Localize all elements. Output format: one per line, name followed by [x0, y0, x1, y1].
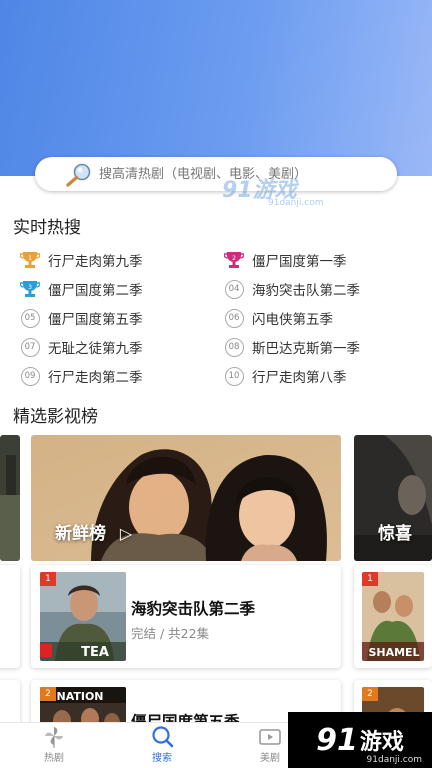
rank-badge: 08: [224, 337, 244, 357]
carousel-prev-banner[interactable]: [0, 435, 20, 561]
tab-label: 搜索: [152, 753, 172, 764]
search-icon: [152, 726, 174, 748]
rank-badge: 09: [20, 366, 40, 386]
rank-badge: 2: [362, 687, 378, 701]
rank-badge: 10: [224, 366, 244, 386]
banner-label-fresh: 新鲜榜 ▷: [55, 524, 133, 544]
hot-item-8[interactable]: 08 斯巴达克斯第一季: [224, 335, 360, 359]
hot-item-label: 斯巴达克斯第一季: [252, 341, 360, 357]
hot-item-5[interactable]: 05 僵尸国度第五季: [20, 306, 143, 330]
film-icon: [259, 729, 281, 745]
hot-item-label: 行尸走肉第二季: [48, 370, 143, 386]
prev-card-edge[interactable]: [0, 565, 20, 668]
hot-item-label: 闪电侠第五季: [252, 312, 333, 328]
trophy-gold-icon: 1: [20, 250, 40, 270]
header-banner: [0, 0, 432, 176]
svg-text:1: 1: [28, 255, 32, 262]
hot-item-3[interactable]: 3 僵尸国度第二季: [20, 277, 143, 301]
hot-item-label: 僵尸国度第一季: [252, 254, 347, 270]
pinwheel-icon: [45, 727, 63, 748]
rank-badge: 05: [20, 308, 40, 328]
magnifier-icon: [66, 163, 91, 187]
tab-search[interactable]: 搜索: [108, 723, 216, 768]
hot-search-title: 实时热搜: [13, 218, 81, 238]
card-title: 海豹突击队第二季: [131, 600, 256, 618]
svg-text:2: 2: [232, 255, 236, 262]
hot-item-10[interactable]: 10 行尸走肉第八季: [224, 364, 347, 388]
hot-item-label: 无耻之徒第九季: [48, 341, 143, 357]
card-subtitle: 完结 / 共22集: [131, 626, 210, 641]
svg-text:3: 3: [28, 284, 32, 291]
watermark-logo: 91 游戏 91danji.com: [288, 712, 432, 768]
hot-item-label: 僵尸国度第二季: [48, 283, 143, 299]
poster-image: SHAMEL 1: [362, 572, 424, 661]
carousel-next-banner[interactable]: 惊喜: [354, 435, 432, 561]
hot-item-label: 僵尸国度第五季: [48, 312, 143, 328]
hot-item-7[interactable]: 07 无耻之徒第九季: [20, 335, 143, 359]
hot-item-2[interactable]: 2 僵尸国度第一季: [224, 248, 347, 272]
rank-badge: 2: [40, 687, 56, 701]
svg-text:TEA: TEA: [81, 645, 109, 660]
search-bar[interactable]: [35, 157, 397, 191]
svg-text:NATION: NATION: [56, 690, 103, 703]
hot-item-4[interactable]: 04 海豹突击队第二季: [224, 277, 360, 301]
featured-title: 精选影视榜: [13, 407, 98, 427]
trophy-pink-icon: 2: [224, 250, 244, 270]
play-arrow-icon: ▷: [119, 524, 133, 543]
next-card-1[interactable]: SHAMEL 1: [354, 565, 432, 668]
svg-text:SHAMEL: SHAMEL: [368, 646, 419, 659]
rank-badge: 04: [224, 279, 244, 299]
search-input[interactable]: [99, 166, 359, 182]
rank-badge: 06: [224, 308, 244, 328]
trophy-blue-icon: 3: [20, 279, 40, 299]
hot-item-label: 行尸走肉第八季: [252, 370, 347, 386]
hot-item-label: 海豹突击队第二季: [252, 283, 360, 299]
tab-label: 美剧: [260, 753, 280, 764]
hot-item-6[interactable]: 06 闪电侠第五季: [224, 306, 333, 330]
hot-item-9[interactable]: 09 行尸走肉第二季: [20, 364, 143, 388]
carousel-banner-fresh[interactable]: 新鲜榜 ▷: [31, 435, 341, 561]
rank-badge: 1: [40, 572, 56, 586]
poster-image: TEA 1: [40, 572, 126, 661]
rank-badge: 07: [20, 337, 40, 357]
tab-hot-dramas[interactable]: 热剧: [0, 723, 108, 768]
hot-item-1[interactable]: 1 行尸走肉第九季: [20, 248, 143, 272]
rank-badge: 1: [362, 572, 378, 586]
hot-item-label: 行尸走肉第九季: [48, 254, 143, 270]
banner-label-surprise: 惊喜: [378, 524, 412, 544]
featured-card-1[interactable]: TEA 1 海豹突击队第二季 完结 / 共22集: [31, 565, 341, 668]
tab-label: 热剧: [44, 753, 64, 764]
